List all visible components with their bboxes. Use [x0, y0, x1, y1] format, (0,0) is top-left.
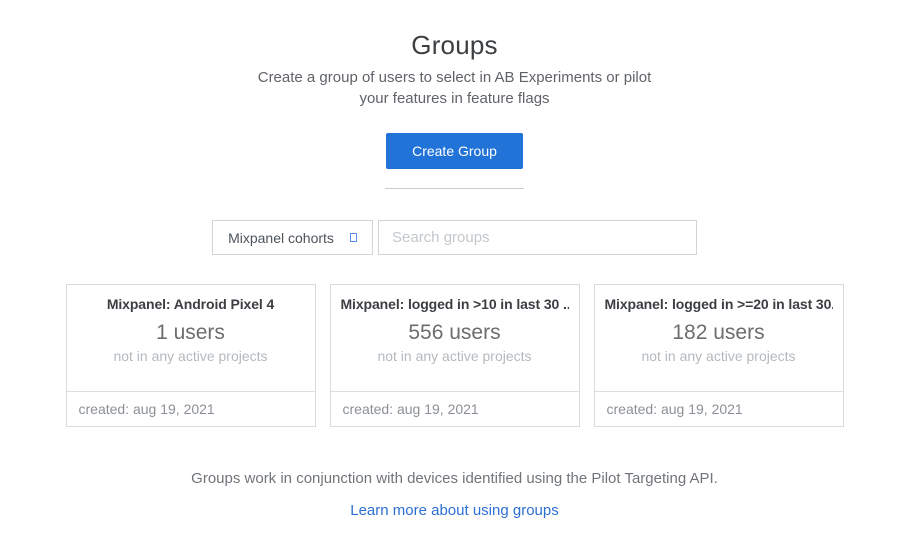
group-name: Mixpanel: logged in >10 in last 30 ...: [341, 296, 569, 312]
group-cards-row: Mixpanel: Android Pixel 4 1 users not in…: [66, 284, 844, 427]
group-created-label: created: aug 19, 2021: [331, 391, 579, 426]
group-created-label: created: aug 19, 2021: [67, 391, 315, 426]
group-name: Mixpanel: Android Pixel 4: [77, 296, 305, 312]
divider: [385, 188, 524, 189]
page-title: Groups: [411, 30, 497, 61]
search-input[interactable]: [378, 220, 697, 255]
group-users-count: 1 users: [77, 321, 305, 345]
group-name: Mixpanel: logged in >=20 in last 30...: [605, 296, 833, 312]
create-group-button[interactable]: Create Group: [386, 133, 523, 169]
cohort-source-dropdown[interactable]: Mixpanel cohorts: [212, 220, 373, 255]
cohort-source-dropdown-label: Mixpanel cohorts: [228, 230, 334, 246]
filter-row: Mixpanel cohorts: [212, 220, 697, 255]
group-users-count: 182 users: [605, 321, 833, 345]
page-subtitle: Create a group of users to select in AB …: [245, 68, 665, 109]
group-card-body: Mixpanel: logged in >10 in last 30 ... 5…: [331, 285, 579, 391]
group-card[interactable]: Mixpanel: logged in >=20 in last 30... 1…: [594, 284, 844, 427]
group-card-body: Mixpanel: logged in >=20 in last 30... 1…: [595, 285, 843, 391]
group-status: not in any active projects: [77, 348, 305, 364]
groups-info-text: Groups work in conjunction with devices …: [191, 470, 718, 487]
group-card-body: Mixpanel: Android Pixel 4 1 users not in…: [67, 285, 315, 391]
group-status: not in any active projects: [341, 348, 569, 364]
groups-page: Groups Create a group of users to select…: [0, 0, 909, 558]
learn-more-link[interactable]: Learn more about using groups: [350, 502, 558, 519]
group-users-count: 556 users: [341, 321, 569, 345]
dropdown-indicator-icon: [350, 233, 357, 242]
group-status: not in any active projects: [605, 348, 833, 364]
group-card[interactable]: Mixpanel: logged in >10 in last 30 ... 5…: [330, 284, 580, 427]
group-created-label: created: aug 19, 2021: [595, 391, 843, 426]
group-card[interactable]: Mixpanel: Android Pixel 4 1 users not in…: [66, 284, 316, 427]
